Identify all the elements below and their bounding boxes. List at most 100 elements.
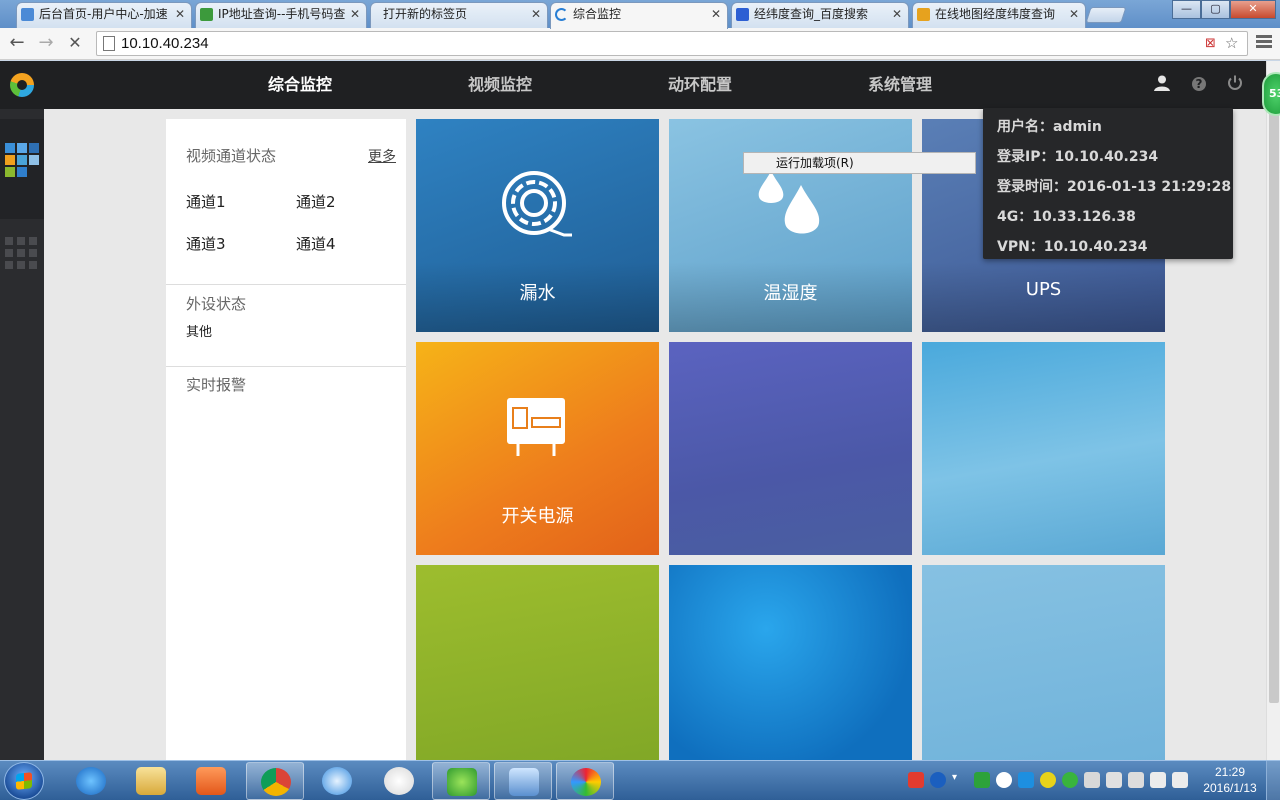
tile-empty[interactable] <box>922 565 1165 760</box>
tab-close-icon[interactable]: ✕ <box>175 3 185 25</box>
bookmark-star-icon[interactable]: ☆ <box>1225 34 1238 52</box>
paint-icon <box>571 768 601 796</box>
tile-humidity[interactable]: 温湿度 <box>669 119 912 332</box>
channel-item[interactable]: 通道1 <box>186 191 226 212</box>
tile-empty[interactable] <box>669 565 912 760</box>
tile-label: 温湿度 <box>763 283 818 304</box>
app-grid-icon[interactable] <box>5 237 41 273</box>
floating-badge[interactable]: 53 <box>1262 72 1280 116</box>
stop-button[interactable]: ✕ <box>63 32 87 56</box>
tab-favicon-icon <box>736 8 749 21</box>
humidity-icon <box>758 171 820 234</box>
signal-icon[interactable] <box>1128 772 1144 788</box>
show-desktop-button[interactable] <box>1266 761 1280 800</box>
tab-favicon-icon <box>21 8 34 21</box>
tile-label: 开关电源 <box>501 506 574 527</box>
flag-icon[interactable] <box>1084 772 1100 788</box>
context-menu-item[interactable]: 运行加载项(R) <box>743 152 976 174</box>
browser-menu-button[interactable] <box>1254 33 1274 53</box>
media-taskbar-item[interactable] <box>182 762 240 800</box>
minimize-button[interactable]: — <box>1172 0 1201 19</box>
tile-empty[interactable] <box>922 342 1165 555</box>
tray-app-icon[interactable] <box>1018 772 1034 788</box>
main-nav: 综合监控 视频监控 动环配置 系统管理 <box>200 61 1000 109</box>
game-taskbar-item[interactable] <box>432 762 490 800</box>
tray-app-icon[interactable] <box>974 772 990 788</box>
peripheral-item[interactable]: 其他 <box>186 321 212 340</box>
media-player-icon <box>196 767 226 795</box>
remote-desktop-taskbar-item[interactable] <box>494 762 552 800</box>
help-tray-icon[interactable] <box>930 772 946 788</box>
address-input[interactable] <box>121 34 1201 53</box>
channel-item[interactable]: 通道4 <box>296 233 336 254</box>
weibo-icon <box>384 767 414 795</box>
forward-button[interactable]: → <box>34 32 58 56</box>
window-controls: — ▢ ✕ <box>1172 0 1276 19</box>
tile-label: UPS <box>1025 279 1062 300</box>
tray-expand-icon[interactable]: ▾ <box>952 772 962 788</box>
scrollbar-thumb[interactable] <box>1269 73 1279 703</box>
tab-title: IP地址查询--手机号码查 <box>218 7 346 21</box>
tray-app-icon[interactable] <box>996 772 1012 788</box>
browser-tab-active[interactable]: 综合监控 ✕ <box>550 2 728 29</box>
folder-icon <box>136 767 166 795</box>
blocked-content-icon[interactable]: ⊠ <box>1205 36 1216 51</box>
volume-icon[interactable] <box>1172 772 1188 788</box>
tile-power-supply[interactable]: 开关电源 <box>416 342 659 555</box>
address-bar[interactable]: ⊠ ☆ <box>96 31 1248 56</box>
browser-tab[interactable]: 在线地图经度纬度查询 ✕ <box>912 2 1086 28</box>
game-icon <box>447 768 477 796</box>
remote-desktop-icon <box>509 768 539 796</box>
browser-tab[interactable]: IP地址查询--手机号码查 ✕ <box>195 2 367 28</box>
tile-empty[interactable] <box>669 342 912 555</box>
close-window-button[interactable]: ✕ <box>1230 0 1276 19</box>
tab-close-icon[interactable]: ✕ <box>350 3 360 25</box>
power-icon[interactable] <box>1225 74 1245 94</box>
browser-tab[interactable]: 经纬度查询_百度搜索 ✕ <box>731 2 909 28</box>
dashboard-tiles-icon[interactable] <box>5 143 41 183</box>
paint-taskbar-item[interactable] <box>556 762 614 800</box>
browser-tab[interactable]: 打开新的标签页 ✕ <box>370 2 548 28</box>
network-icon[interactable] <box>1106 772 1122 788</box>
popover-login-ip: 登录IP：10.10.40.234 <box>997 149 1159 165</box>
channel-item[interactable]: 通道3 <box>186 233 226 254</box>
channel-item[interactable]: 通道2 <box>296 191 336 212</box>
chrome-icon <box>261 768 291 796</box>
power-supply-icon <box>507 398 565 456</box>
status-panel: 视频通道状态 更多 通道1 通道2 通道3 通道4 外设状态 其他 实时报警 <box>166 119 406 760</box>
maximize-button[interactable]: ▢ <box>1201 0 1230 19</box>
battery-icon[interactable] <box>1150 772 1166 788</box>
tray-app-icon[interactable] <box>1062 772 1078 788</box>
explorer-taskbar-item[interactable] <box>122 762 180 800</box>
nav-environment-config[interactable]: 动环配置 <box>600 61 800 109</box>
back-button[interactable]: ← <box>5 32 29 56</box>
start-button[interactable] <box>4 762 44 800</box>
tab-close-icon[interactable]: ✕ <box>1069 3 1079 25</box>
tile-label: 漏水 <box>519 283 556 304</box>
help-icon[interactable]: ? <box>1192 77 1206 91</box>
tray-app-icon[interactable] <box>1040 772 1056 788</box>
sogou-input-icon[interactable] <box>908 772 924 788</box>
vertical-scrollbar[interactable] <box>1266 61 1280 760</box>
chrome-taskbar-item[interactable] <box>246 762 304 800</box>
popover-vpn: VPN：10.10.40.234 <box>997 239 1148 255</box>
divider <box>166 284 406 285</box>
tab-close-icon[interactable]: ✕ <box>711 3 721 25</box>
tile-empty[interactable] <box>416 565 659 760</box>
nav-video-monitor[interactable]: 视频监控 <box>400 61 600 109</box>
tab-close-icon[interactable]: ✕ <box>892 3 902 25</box>
cloud-icon <box>322 767 352 795</box>
new-tab-button[interactable] <box>1085 7 1127 23</box>
browser-tab[interactable]: 后台首页-用户中心-加速 ✕ <box>16 2 192 28</box>
nav-comprehensive-monitor[interactable]: 综合监控 <box>200 61 400 109</box>
more-link[interactable]: 更多 <box>368 146 396 166</box>
nav-system-management[interactable]: 系统管理 <box>800 61 1000 109</box>
user-icon[interactable] <box>1152 74 1172 94</box>
tab-close-icon[interactable]: ✕ <box>531 3 541 25</box>
taskbar-clock[interactable]: 21:29 2016/1/13 <box>1200 764 1260 796</box>
tab-title: 在线地图经度纬度查询 <box>935 7 1056 21</box>
ie-taskbar-item[interactable] <box>62 762 120 800</box>
weibo-taskbar-item[interactable] <box>370 762 428 800</box>
cloud-taskbar-item[interactable] <box>308 762 366 800</box>
tile-water-leak[interactable]: 漏水 <box>416 119 659 332</box>
